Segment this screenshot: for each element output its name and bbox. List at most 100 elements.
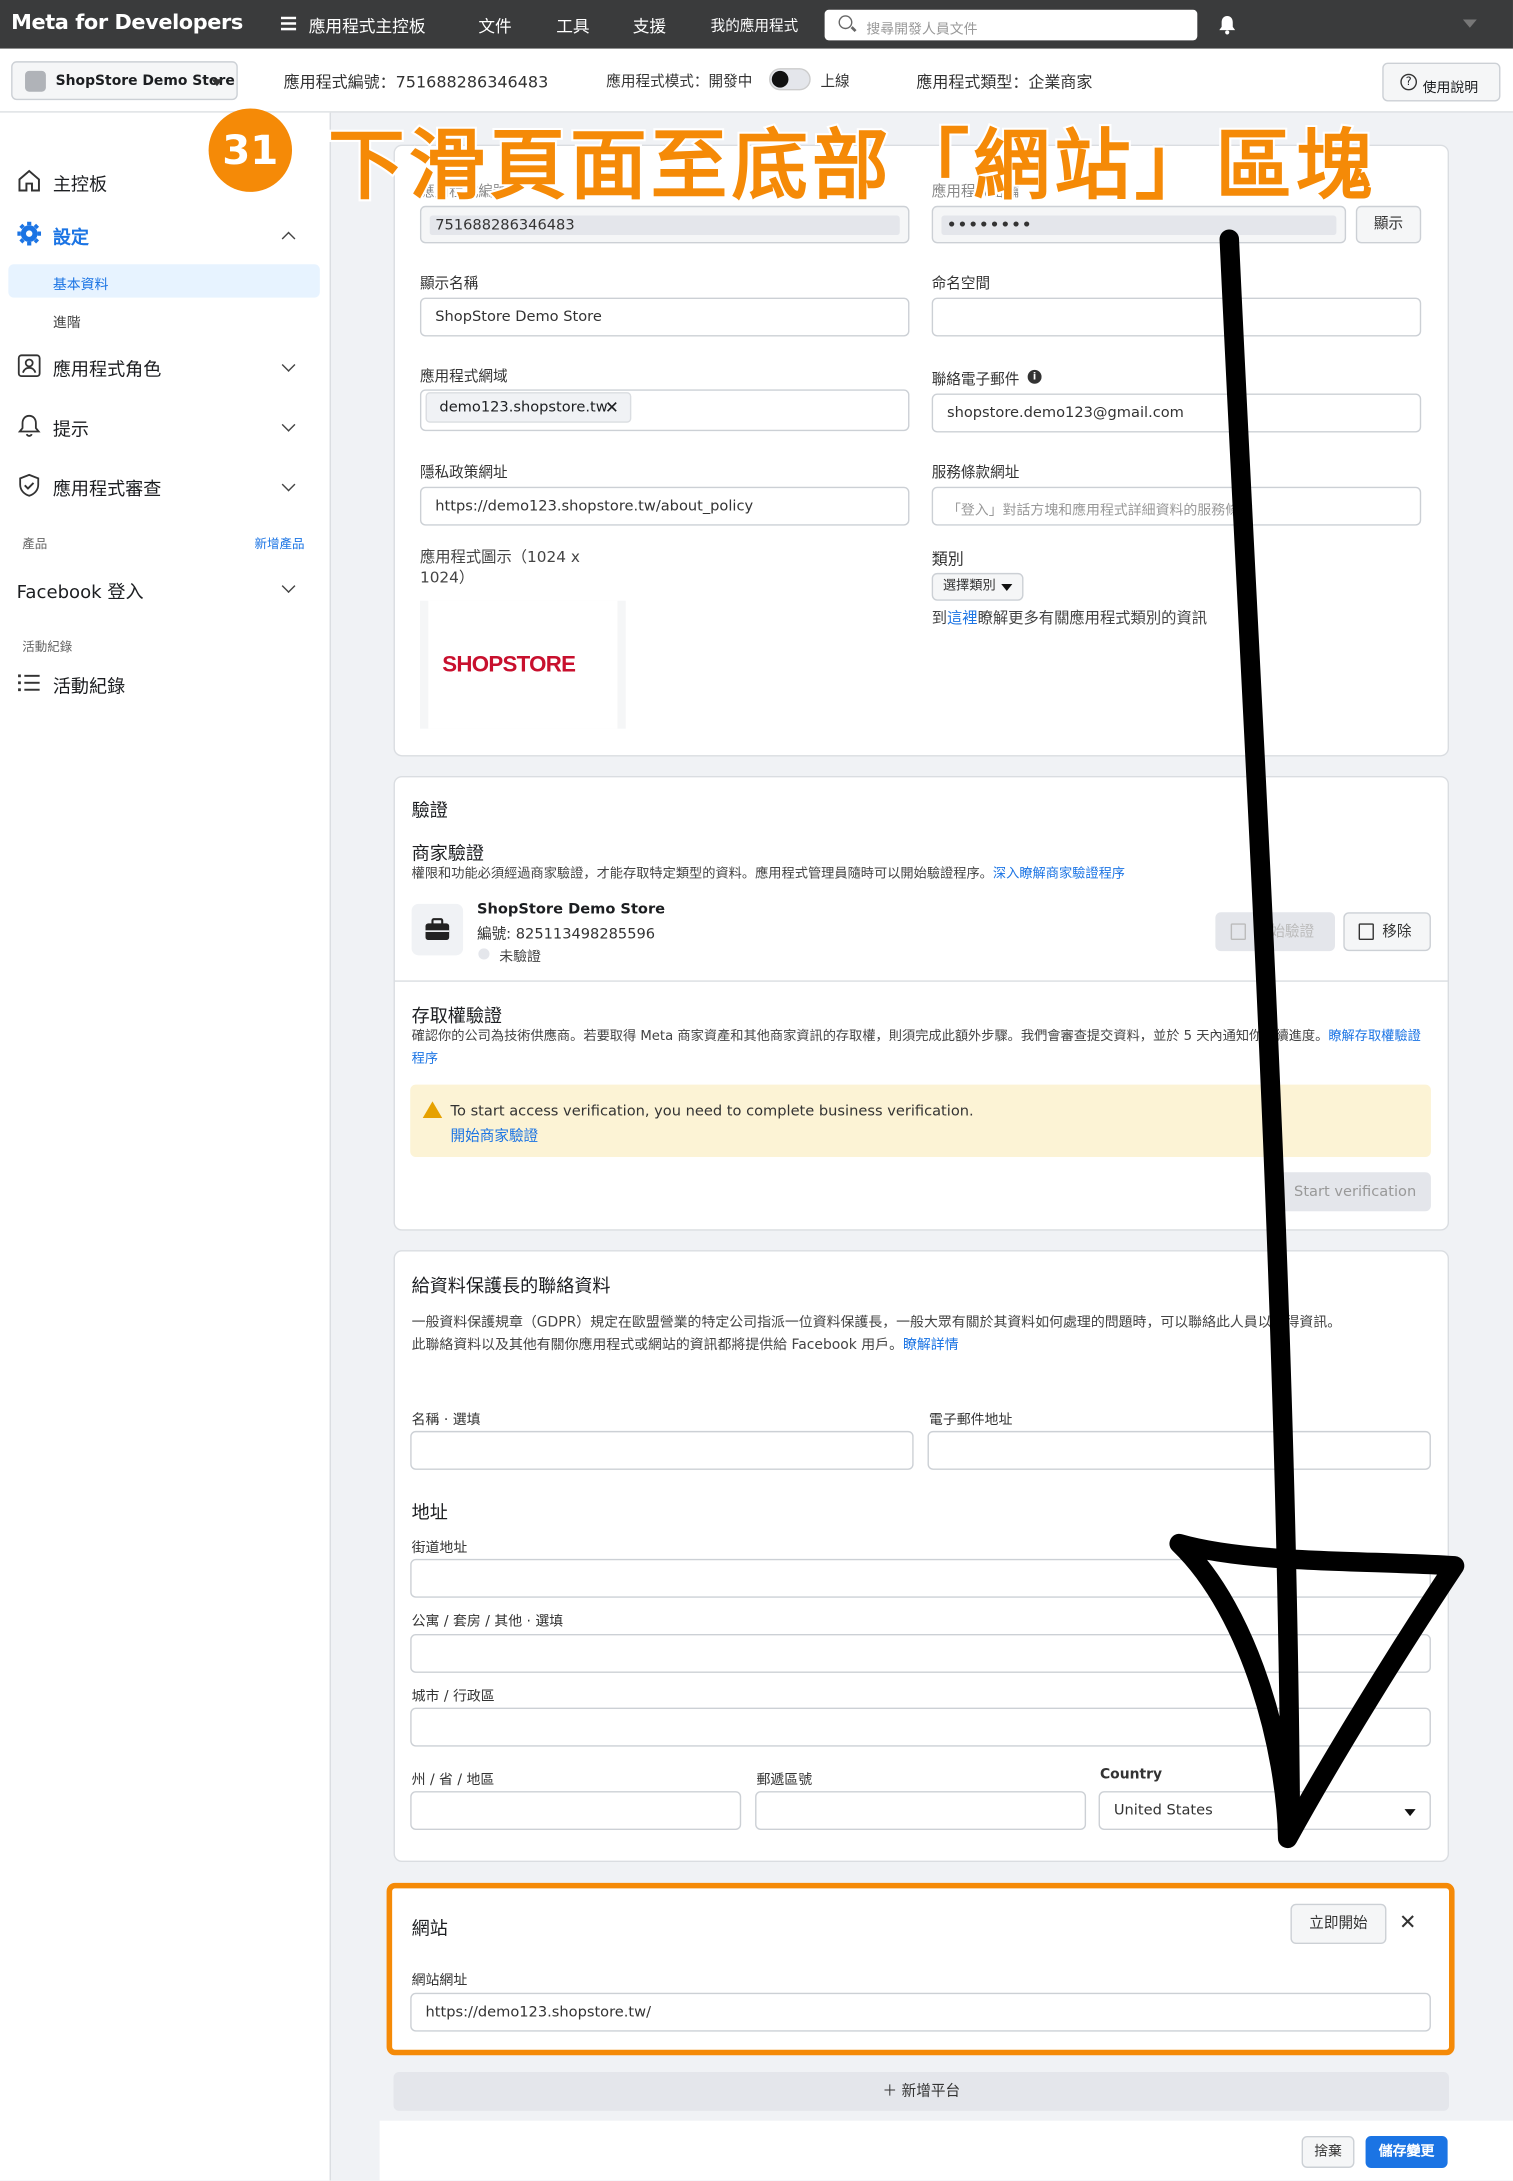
chevron-down-icon[interactable]: [281, 477, 296, 492]
category-help-link[interactable]: 這裡: [947, 609, 978, 627]
domain-chip: demo123.shopstore.tw ✕: [425, 392, 632, 423]
website-title: 網站: [411, 1919, 448, 1940]
apt-input[interactable]: [410, 1633, 1431, 1673]
activity-section-label: 活動紀錄: [22, 641, 73, 655]
street-label: 街道地址: [411, 1540, 468, 1557]
chevron-up-icon[interactable]: [281, 231, 296, 246]
export-icon: [1358, 923, 1374, 941]
chevron-down-icon[interactable]: [281, 358, 296, 372]
privacy-url-input[interactable]: https://demo123.shopstore.tw/about_polic…: [419, 486, 910, 526]
category-hint: 到這裡瞭解更多有關應用程式類別的資訊: [931, 609, 1208, 628]
country-label: Country: [1099, 1767, 1163, 1783]
home-icon: [17, 168, 42, 193]
sidebar-subitem-advanced[interactable]: 進階: [53, 310, 81, 331]
app-mode-toggle[interactable]: [769, 68, 811, 91]
sidebar-items: 主控板 設定 基本資料 進階 應用程式角色 提示 應用程式審查 產品 新增產品 …: [0, 0, 331, 2180]
save-changes-button[interactable]: 儲存變更: [1365, 2135, 1448, 2168]
notification-bell-icon[interactable]: [1218, 14, 1236, 35]
products-section-label: 產品: [22, 538, 48, 553]
state-input[interactable]: [410, 1791, 742, 1831]
business-name: ShopStore Demo Store: [476, 901, 666, 918]
help-label: 使用說明: [1422, 80, 1479, 96]
dpo-name-input[interactable]: [410, 1430, 914, 1470]
app-type-text: 應用程式類型：企業商家: [916, 72, 1093, 92]
nav-support[interactable]: 支援: [633, 14, 666, 38]
dpo-email-input[interactable]: [927, 1430, 1431, 1470]
start-access-verification-button[interactable]: Start verification: [1279, 1172, 1431, 1212]
business-verification-desc: 權限和功能必須經過商家驗證，才能存取特定類型的資料。應用程式管理員隨時可以開始驗…: [411, 866, 1126, 882]
namespace-label: 命名空間: [931, 275, 991, 293]
nav-docs[interactable]: 文件: [478, 14, 511, 38]
address-title: 地址: [411, 1503, 448, 1525]
app-icon-label: 應用程式圖示（1024 x 1024）: [419, 547, 580, 587]
category-label: 類別: [931, 549, 964, 569]
shopstore-logo: SHOPSTORE: [442, 653, 576, 678]
state-label: 州 / 省 / 地區: [411, 1773, 495, 1789]
dpo-name-label: 名稱 · 選填: [411, 1412, 481, 1429]
website-url-input[interactable]: https://demo123.shopstore.tw/: [410, 1992, 1431, 2032]
verification-status: 未驗證: [499, 949, 541, 966]
privacy-url-label: 隱私政策網址: [419, 464, 508, 482]
country-select[interactable]: United States: [1098, 1791, 1431, 1831]
display-name-label: 顯示名稱: [419, 275, 479, 293]
help-icon: ?: [1400, 73, 1418, 91]
dpo-email-label: 電子郵件地址: [928, 1412, 1013, 1429]
gdpr-learn-more-link[interactable]: 瞭解詳情: [903, 1338, 959, 1353]
start-verification-button[interactable]: 開始驗證: [1215, 912, 1335, 952]
close-icon[interactable]: ✕: [1399, 1909, 1416, 1934]
contact-email-input[interactable]: shopstore.demo123@gmail.com: [931, 393, 1422, 433]
add-product-link[interactable]: 新增產品: [254, 534, 304, 552]
tos-url-input[interactable]: 「登入」對話方塊和應用程式詳細資料的服務條款: [931, 486, 1422, 526]
bell-icon: [17, 413, 42, 438]
sidebar-subitem-basic[interactable]: 基本資料: [53, 273, 109, 293]
export-icon: [1230, 923, 1246, 941]
apt-label: 公寓 / 套房 / 其他 · 選填: [411, 1614, 564, 1630]
gear-icon: [17, 221, 42, 246]
display-name-input[interactable]: ShopStore Demo Store: [419, 297, 910, 337]
business-verification-link[interactable]: 深入瞭解商家驗證程序: [993, 866, 1125, 881]
category-select[interactable]: 選擇類別: [931, 572, 1024, 601]
verification-card: [393, 775, 1450, 1231]
chevron-down-icon[interactable]: [281, 579, 296, 594]
info-icon[interactable]: i: [1027, 369, 1042, 384]
start-business-verification-link[interactable]: 開始商家驗證: [451, 1128, 539, 1145]
remove-business-button[interactable]: 移除: [1343, 912, 1431, 952]
chevron-down-icon[interactable]: [281, 417, 296, 432]
zip-label: 郵遞區號: [756, 1773, 813, 1789]
contact-email-label: 聯絡電子郵件: [931, 371, 1020, 388]
tos-url-label: 服務條款網址: [931, 464, 1020, 482]
nav-tools[interactable]: 工具: [556, 14, 589, 38]
help-button[interactable]: ? 使用說明: [1382, 62, 1501, 102]
zip-input[interactable]: [755, 1791, 1087, 1831]
close-icon[interactable]: ✕: [605, 398, 619, 417]
business-verification-title: 商家驗證: [411, 844, 484, 865]
city-label: 城市 / 行政區: [411, 1689, 495, 1705]
chevron-down-icon: [1404, 1809, 1416, 1817]
search-input[interactable]: 搜尋開發人員文件: [824, 9, 1198, 41]
app-mode-text: 應用程式模式：開發中: [606, 73, 753, 91]
search-icon: [838, 15, 853, 30]
gdpr-desc: 一般資料保護規章（GDPR）規定在歐盟營業的特定公司指派一位資料保護長，一般大眾…: [411, 1315, 1342, 1354]
account-dropdown-icon[interactable]: [1462, 19, 1477, 28]
verification-title: 驗證: [411, 800, 448, 822]
warning-banner: To start access verification, you need t…: [410, 1084, 1431, 1157]
step-badge: 31: [208, 108, 293, 192]
user-roles-icon: [17, 353, 42, 378]
street-input[interactable]: [410, 1558, 1431, 1598]
briefcase-icon: [411, 903, 464, 956]
divider: [393, 980, 1450, 982]
search-placeholder: 搜尋開發人員文件: [866, 22, 978, 38]
access-verification-title: 存取權驗證: [411, 1006, 503, 1028]
quick-start-button[interactable]: 立即開始: [1290, 1903, 1387, 1945]
city-input[interactable]: [410, 1707, 1431, 1747]
website-url-label: 網站網址: [411, 1973, 468, 1989]
namespace-input[interactable]: [931, 297, 1422, 337]
app-icon-upload[interactable]: SHOPSTORE: [419, 600, 626, 729]
annotation-headline: 下滑頁面至底部「網站」區塊: [326, 119, 1377, 212]
access-verification-desc: 確認你的公司為技術供應商。若要取得 Meta 商家資產和其他商家資訊的存取權，則…: [411, 1029, 1421, 1067]
nav-my-apps[interactable]: 我的應用程式: [711, 15, 799, 36]
discard-button[interactable]: 捨棄: [1301, 2135, 1355, 2168]
app-mode-live-label: 上線: [820, 73, 850, 91]
add-platform-button[interactable]: ＋ 新增平台: [393, 2071, 1450, 2111]
warning-icon: [422, 1101, 443, 1119]
